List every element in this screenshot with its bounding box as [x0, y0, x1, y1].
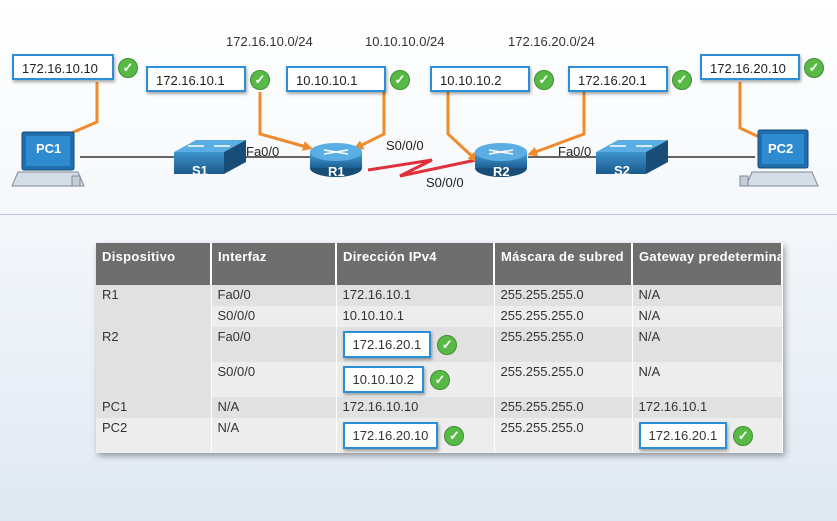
- pc1-address-box[interactable]: 172.16.10.10: [12, 54, 114, 80]
- pc2-label: PC2: [768, 141, 794, 156]
- mask-cell: 255.255.255.0: [494, 306, 633, 327]
- pc2-icon: [739, 129, 819, 187]
- check-icon: ✓: [118, 58, 138, 78]
- check-icon: ✓: [250, 70, 270, 90]
- mask-cell: 255.255.255.0: [494, 397, 633, 418]
- topology-diagram: [11, 82, 819, 187]
- ip-cell: 172.16.20.10 ✓: [336, 418, 495, 453]
- check-icon: ✓: [804, 58, 824, 78]
- device-cell: R2: [96, 327, 212, 397]
- check-icon: ✓: [390, 70, 410, 90]
- header-interface: Interfaz: [211, 243, 337, 285]
- pc1-label: PC1: [36, 141, 62, 156]
- r1-label: R1: [328, 164, 345, 179]
- header-device: Dispositivo: [96, 243, 212, 285]
- r1-fa00-address-box[interactable]: 172.16.10.1: [146, 66, 246, 92]
- ip-cell: 172.16.20.1 ✓: [336, 327, 495, 362]
- interface-cell: S0/0/0: [211, 362, 337, 397]
- mask-cell: 255.255.255.0: [494, 327, 633, 362]
- check-icon: ✓: [429, 369, 450, 390]
- check-icon: ✓: [733, 425, 754, 446]
- header-ipv4: Dirección IPv4: [336, 243, 495, 285]
- gateway-cell: N/A: [632, 306, 783, 327]
- gateway-cell: N/A: [632, 362, 783, 397]
- s2-icon: [596, 140, 668, 174]
- gateway-cell: N/A: [632, 327, 783, 362]
- s2-label: S2: [614, 163, 630, 178]
- ip-cell: 172.16.10.1: [336, 285, 495, 306]
- arrow-pc1: [52, 82, 99, 142]
- r2-s000-ip-input[interactable]: 10.10.10.2: [342, 366, 424, 393]
- table-row: R1 Fa0/0 172.16.10.1 255.255.255.0 N/A: [96, 285, 783, 327]
- addressing-table: Dispositivo Interfaz Dirección IPv4 Másc…: [96, 243, 783, 453]
- interface-cell: N/A: [211, 418, 337, 453]
- r1-s000-address-box[interactable]: 10.10.10.1: [286, 66, 386, 92]
- device-cell: R1: [96, 285, 212, 327]
- arrow-r2-s: [446, 92, 479, 163]
- interface-cell: S0/0/0: [211, 306, 337, 327]
- pc2-address-box[interactable]: 172.16.20.10: [700, 54, 800, 80]
- ip-cell: 172.16.10.10: [336, 397, 495, 418]
- table-row: PC2 N/A 172.16.20.10 ✓ 255.255.255.0 172.…: [96, 418, 783, 453]
- gateway-cell: 172.16.10.1: [632, 397, 783, 418]
- interface-cell: Fa0/0: [211, 327, 337, 362]
- device-cell: PC1: [96, 397, 212, 418]
- mask-cell: 255.255.255.0: [494, 418, 633, 453]
- gateway-cell: 172.16.20.1 ✓: [632, 418, 783, 453]
- device-cell: PC2: [96, 418, 212, 453]
- s1-label: S1: [192, 163, 208, 178]
- mask-cell: 255.255.255.0: [494, 362, 633, 397]
- arrow-r1-s: [353, 92, 386, 150]
- mask-cell: 255.255.255.0: [494, 285, 633, 306]
- ip-cell: 10.10.10.2 ✓: [336, 362, 495, 397]
- r2-s-port-label: S0/0/0: [426, 175, 464, 190]
- r2-fa00-address-box[interactable]: 172.16.20.1: [568, 66, 668, 92]
- table-row: PC1 N/A 172.16.10.10 255.255.255.0 172.1…: [96, 397, 783, 418]
- r2-fa-port-label: Fa0/0: [558, 144, 592, 159]
- r1-fa-port-label: Fa0/0: [246, 144, 280, 159]
- r2-s000-address-box[interactable]: 10.10.10.2: [430, 66, 530, 92]
- r2-fa00-ip-input[interactable]: 172.16.20.1: [342, 331, 432, 358]
- header-mask: Máscara de subred: [494, 243, 633, 285]
- check-icon: ✓: [437, 334, 458, 355]
- ip-cell: 10.10.10.1: [336, 306, 495, 327]
- r1-s-port-label: S0/0/0: [386, 138, 424, 153]
- s1-icon: [174, 140, 246, 174]
- check-icon: ✓: [534, 70, 554, 90]
- table-row: R2 Fa0/0 172.16.20.1 ✓ 255.255.255.0 N/A: [96, 327, 783, 397]
- pc2-gateway-input[interactable]: 172.16.20.1: [638, 422, 728, 449]
- interface-cell: Fa0/0: [211, 285, 337, 306]
- serial-link: [367, 158, 477, 178]
- arrow-r1-fa: [258, 92, 313, 151]
- pc2-ip-input[interactable]: 172.16.20.10: [342, 422, 439, 449]
- check-icon: ✓: [672, 70, 692, 90]
- r2-label: R2: [493, 164, 510, 179]
- gateway-cell: N/A: [632, 285, 783, 306]
- table-header-row: Dispositivo Interfaz Dirección IPv4 Másc…: [96, 243, 783, 285]
- check-icon: ✓: [444, 425, 465, 446]
- interface-cell: N/A: [211, 397, 337, 418]
- header-gateway: Gateway predeterminado: [632, 243, 783, 285]
